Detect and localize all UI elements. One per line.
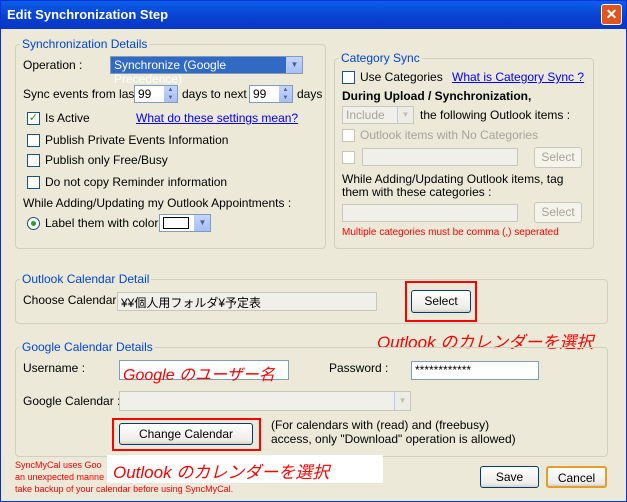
google-note-line2: access, only "Download" operation is all… [271,432,516,446]
tag-categories-input[interactable] [342,204,518,222]
category-help-link[interactable]: What is Category Sync ? [452,70,584,84]
include-value: Include [346,108,385,122]
label-color-label: Label them with color [45,216,159,230]
days-back-value: 99 [138,87,152,101]
following-items-label: the following Outlook items : [420,108,571,122]
no-categories-label: Outlook items with No Categories [360,128,539,142]
days-forward-value: 99 [253,87,267,101]
spinner-arrows-icon[interactable]: ▲ ▼ [164,86,177,102]
username-label: Username : [23,361,86,375]
operation-label: Operation : [23,58,83,72]
use-categories-checkbox[interactable] [342,71,355,84]
category-sync-legend: Category Sync [341,51,420,65]
categories-checkbox[interactable] [342,151,355,164]
close-button[interactable]: ✕ [601,4,622,25]
no-categories-checkbox[interactable] [342,129,355,142]
window-title: Edit Synchronization Step [7,7,169,22]
operation-select[interactable]: Synchronize (Google Precedence) ▼ [110,56,303,86]
sync-events-label: Sync events from last [23,87,138,101]
no-reminder-label: Do not copy Reminder information [45,175,228,189]
spinner-arrows-icon[interactable]: ▲ ▼ [279,86,292,102]
outlook-select-button[interactable]: Select [411,290,471,313]
google-details-legend: Google Calendar Details [22,340,153,354]
is-active-label: Is Active [45,111,90,125]
choose-calendar-label: Choose Calendar : [23,293,124,307]
label-color-radio[interactable] [27,217,40,230]
publish-free-busy-checkbox[interactable] [27,154,40,167]
categories-select-button[interactable]: Select [534,147,582,168]
publish-free-busy-label: Publish only Free/Busy [45,153,168,167]
sync-details-legend: Synchronization Details [22,37,148,51]
days-label: days [297,87,323,101]
categories-input[interactable] [362,148,518,166]
category-note: Multiple categories must be comma (,) se… [342,227,559,238]
publish-private-checkbox[interactable] [27,134,40,147]
footer-annotation: Outlook のカレンダーを選択 [113,463,330,482]
username-annotation: Google のユーザー名 [123,367,275,384]
chevron-down-icon[interactable]: ▼ [194,215,210,231]
is-active-checkbox[interactable]: ✓ [27,112,40,125]
while-adding-label: While Adding/Updating my Outlook Appoint… [23,196,292,210]
days-back-spinner[interactable]: 99 ▲ ▼ [134,85,178,103]
dialog-window: Edit Synchronization Step ✕ Synchronizat… [0,0,627,502]
warning-line1: SyncMyCal uses Goo [15,460,102,470]
password-label: Password : [329,361,389,375]
outlook-calendar-path: ¥¥個人用フォルダ¥予定表 [117,292,377,311]
during-upload-label: During Upload / Synchronization, [342,89,532,103]
use-categories-label: Use Categories [360,70,443,84]
warning-line3: take backup of your calendar before usin… [15,484,234,494]
google-calendar-label: Google Calendar : [23,394,121,408]
warning-line2: an unexpected manne [15,472,105,482]
password-input[interactable]: ************ [411,361,539,380]
tag-label-line1: While Adding/Updating Outlook items, tag [342,172,564,186]
tag-label-line2: them with these categories : [342,185,492,199]
chevron-down-icon[interactable]: ▼ [286,57,302,73]
save-button[interactable]: Save [480,466,539,488]
settings-help-link[interactable]: What do these settings mean? [136,111,298,125]
no-reminder-checkbox[interactable] [27,176,40,189]
color-swatch [163,217,189,229]
chevron-down-icon[interactable]: ▼ [397,107,413,123]
cancel-button[interactable]: Cancel [546,466,607,488]
change-calendar-button[interactable]: Change Calendar [119,423,253,445]
username-input[interactable]: Google のユーザー名 [119,360,289,384]
days-forward-spinner[interactable]: 99 ▲ ▼ [249,85,293,103]
days-to-next-label: days to next [182,87,247,101]
outlook-detail-legend: Outlook Calendar Detail [22,272,150,286]
tag-select-button[interactable]: Select [534,202,582,223]
password-value: ************ [415,363,472,377]
chevron-down-icon[interactable]: ▼ [394,392,410,410]
color-select[interactable]: ▼ [159,214,211,232]
google-note-line1: (For calendars with (read) and (freebusy… [271,418,490,432]
title-bar[interactable]: Edit Synchronization Step ✕ [1,1,626,29]
outlook-calendar-path-value: ¥¥個人用フォルダ¥予定表 [121,296,262,310]
google-calendar-select[interactable]: ▼ [119,391,411,411]
publish-private-label: Publish Private Events Information [45,133,229,147]
include-select[interactable]: Include ▼ [342,106,414,124]
